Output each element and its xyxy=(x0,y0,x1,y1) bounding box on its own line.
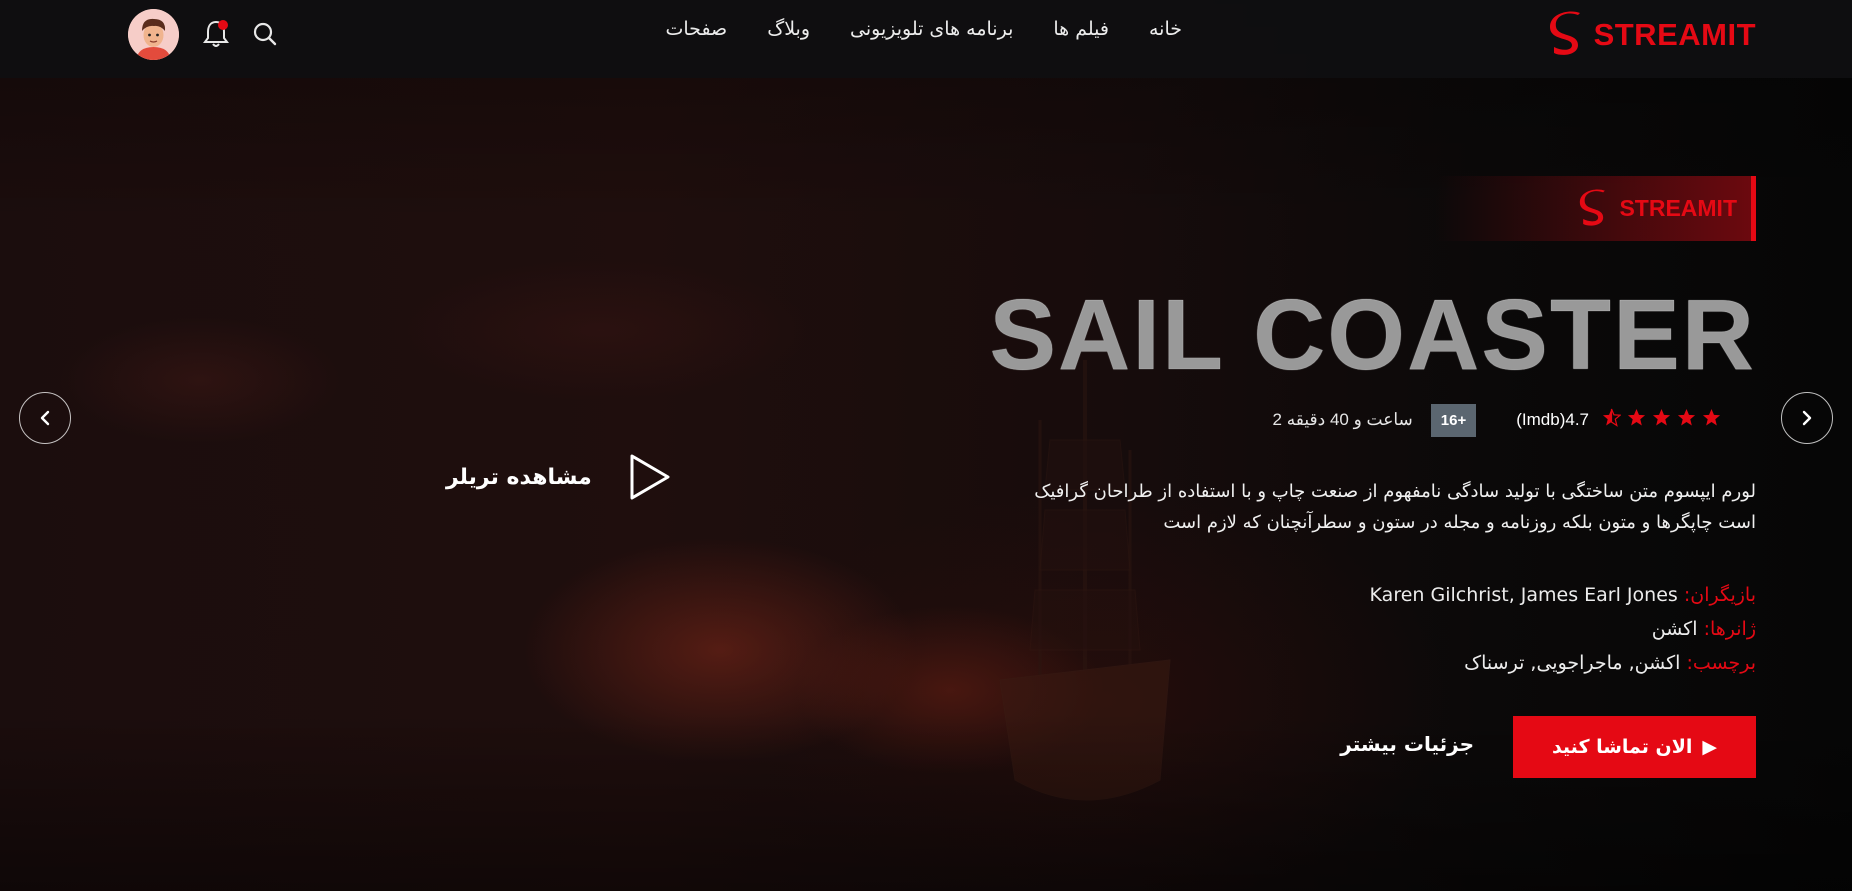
slider-prev-button[interactable] xyxy=(19,392,71,444)
star-icon xyxy=(1626,408,1647,432)
play-outline-icon xyxy=(630,454,670,500)
avatar[interactable] xyxy=(128,9,179,60)
cast-row: بازیگران: Karen Gilchrist, James Earl Jo… xyxy=(1370,578,1756,612)
age-rating-badge: 16+ xyxy=(1430,403,1477,437)
tags-label: برچسب: xyxy=(1686,652,1756,674)
movie-description: لورم ایپسوم متن ساختگی با تولید سادگی نا… xyxy=(1034,481,1756,533)
movie-info: بازیگران: Karen Gilchrist, James Earl Jo… xyxy=(1370,578,1756,680)
rating-stars xyxy=(1601,408,1722,432)
bell-icon[interactable] xyxy=(202,19,230,49)
nav-item-movies[interactable]: فیلم ها xyxy=(1053,18,1109,40)
nav-item-tv-shows[interactable]: برنامه های تلویزیونی xyxy=(850,18,1013,40)
star-icon xyxy=(1651,408,1672,432)
badge-text: STREAMIT xyxy=(1619,195,1737,221)
more-details-button[interactable]: جزئیات بیشتر xyxy=(1340,732,1474,756)
tags-value: اکشن, ماجراجویی, ترسناک xyxy=(1464,652,1681,674)
search-icon[interactable] xyxy=(252,21,278,47)
genre-row: ژانرها: اکشن xyxy=(1370,612,1756,646)
movie-meta: 2 ساعت و 40 دقیقه 16+ (Imdb)4.7 xyxy=(1273,403,1723,437)
star-half-icon xyxy=(1601,408,1622,432)
cast-label: بازیگران: xyxy=(1683,584,1756,606)
watch-now-button[interactable]: ▶ الان تماشا کنید xyxy=(1513,716,1756,778)
tags-row: برچسب: اکشن, ماجراجویی, ترسناک xyxy=(1370,646,1756,680)
chevron-right-icon xyxy=(1802,410,1812,426)
main-nav: خانه فیلم ها برنامه های تلویزیونی وبلاگ … xyxy=(666,18,1183,40)
watch-trailer-button[interactable]: مشاهده تریلر xyxy=(446,452,691,502)
avatar-image xyxy=(128,9,179,60)
slider-next-button[interactable] xyxy=(1781,392,1833,444)
movie-title: SAIL COASTER xyxy=(989,279,1756,391)
cast-value: Karen Gilchrist, James Earl Jones xyxy=(1369,584,1678,606)
star-icon xyxy=(1701,408,1722,432)
logo-text: STREAMIT xyxy=(1593,17,1756,52)
nav-item-home[interactable]: خانه xyxy=(1149,18,1182,40)
duration: 2 ساعت و 40 دقیقه xyxy=(1272,410,1413,429)
trailer-label: مشاهده تریلر xyxy=(446,464,592,490)
streamit-logo[interactable]: STREAMIT xyxy=(1549,10,1756,60)
nav-item-pages[interactable]: صفحات xyxy=(666,18,728,40)
logo-s-icon xyxy=(1580,188,1606,226)
nav-item-blog[interactable]: وبلاگ xyxy=(767,18,810,40)
play-icon: ▶ xyxy=(1702,736,1718,758)
ship-silhouette xyxy=(999,360,1171,801)
imdb-rating: (Imdb)4.7 xyxy=(1516,410,1589,429)
top-navbar: STREAMIT خانه فیلم ها برنامه های تلویزیو… xyxy=(0,0,1852,78)
hero-brand-badge: STREAMIT xyxy=(1436,176,1756,241)
logo-s-icon xyxy=(1549,11,1580,55)
chevron-left-icon xyxy=(40,410,50,426)
genre-value: اکشن xyxy=(1651,618,1698,640)
star-icon xyxy=(1676,408,1697,432)
header-actions xyxy=(128,9,277,60)
genre-label: ژانرها: xyxy=(1703,618,1756,640)
watch-now-label: الان تماشا کنید xyxy=(1551,736,1693,758)
